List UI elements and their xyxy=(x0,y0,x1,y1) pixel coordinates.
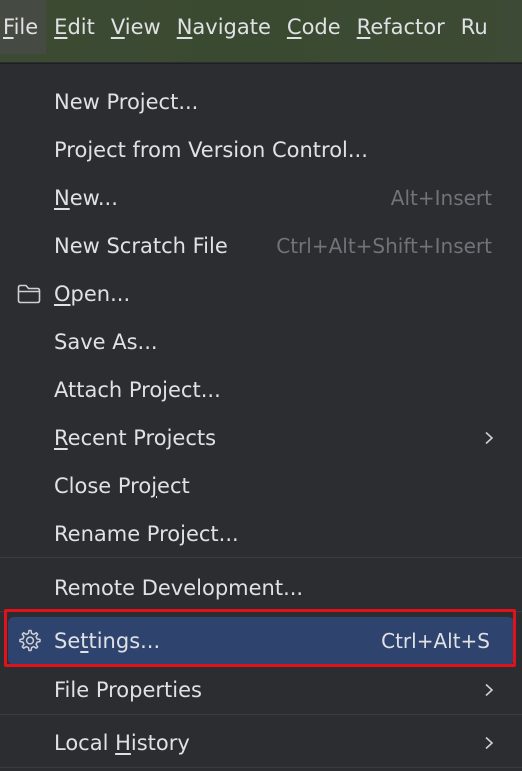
menu-item-label: Close Project xyxy=(54,474,190,498)
menu-item-new-project[interactable]: New Project... xyxy=(0,78,522,126)
menubar-run[interactable]: Ru xyxy=(453,0,496,54)
gear-icon xyxy=(19,629,41,652)
menu-item-label: File Properties xyxy=(54,678,202,702)
menu-item-label: Attach Project... xyxy=(54,378,221,402)
menu-item-recent-projects[interactable]: Recent Projects xyxy=(0,414,522,462)
file-dropdown-menu: New Project... Project from Version Cont… xyxy=(0,63,522,771)
menu-item-label: Save As... xyxy=(54,330,158,354)
menu-separator xyxy=(0,714,522,715)
menubar-edit[interactable]: Edit xyxy=(46,0,103,54)
menu-item-label: Settings... xyxy=(54,629,161,653)
menu-item-label: Open... xyxy=(54,282,131,306)
main-menubar: File Edit View Navigate Code Refactor Ru xyxy=(0,0,522,62)
chevron-right-icon xyxy=(485,736,494,750)
shortcut-label: Ctrl+Alt+Shift+Insert xyxy=(276,234,492,258)
menubar-view[interactable]: View xyxy=(103,0,169,54)
menu-item-remote-development[interactable]: Remote Development... xyxy=(0,564,522,612)
menu-item-label: Rename Project... xyxy=(54,522,239,546)
chevron-right-icon xyxy=(485,683,494,697)
menu-item-label: New Scratch File xyxy=(54,234,228,258)
menu-item-settings[interactable]: Settings... Ctrl+Alt+S xyxy=(8,617,514,665)
menu-item-rename-project[interactable]: Rename Project... xyxy=(0,510,522,558)
menu-item-local-history[interactable]: Local History xyxy=(0,719,522,767)
menu-item-label: Project from Version Control... xyxy=(54,138,368,162)
shortcut-label: Ctrl+Alt+S xyxy=(381,629,490,653)
menubar-code[interactable]: Code xyxy=(279,0,349,54)
menu-item-new-scratch-file[interactable]: New Scratch File Ctrl+Alt+Shift+Insert xyxy=(0,222,522,270)
chevron-right-icon xyxy=(485,431,494,445)
menu-item-label: Recent Projects xyxy=(54,426,217,450)
menu-item-close-project[interactable]: Close Project xyxy=(0,462,522,510)
menu-item-file-properties[interactable]: File Properties xyxy=(0,666,522,714)
menubar-navigate[interactable]: Navigate xyxy=(169,0,279,54)
folder-icon xyxy=(17,284,41,304)
menu-item-label: New... xyxy=(54,186,118,210)
menu-item-label: Remote Development... xyxy=(54,576,304,600)
menu-item-open[interactable]: Open... xyxy=(0,270,522,318)
shortcut-label: Alt+Insert xyxy=(390,186,492,210)
menu-separator xyxy=(0,611,522,612)
menubar-refactor[interactable]: Refactor xyxy=(349,0,453,54)
menu-item-new[interactable]: New... Alt+Insert xyxy=(0,174,522,222)
menu-separator xyxy=(0,767,522,768)
menu-item-attach-project[interactable]: Attach Project... xyxy=(0,366,522,414)
menu-separator xyxy=(0,557,522,558)
menu-item-label: New Project... xyxy=(54,90,199,114)
menubar-file[interactable]: File xyxy=(0,0,47,54)
menu-item-project-from-vcs[interactable]: Project from Version Control... xyxy=(0,126,522,174)
menu-item-label: Local History xyxy=(54,731,190,755)
menu-item-save-as[interactable]: Save As... xyxy=(0,318,522,366)
